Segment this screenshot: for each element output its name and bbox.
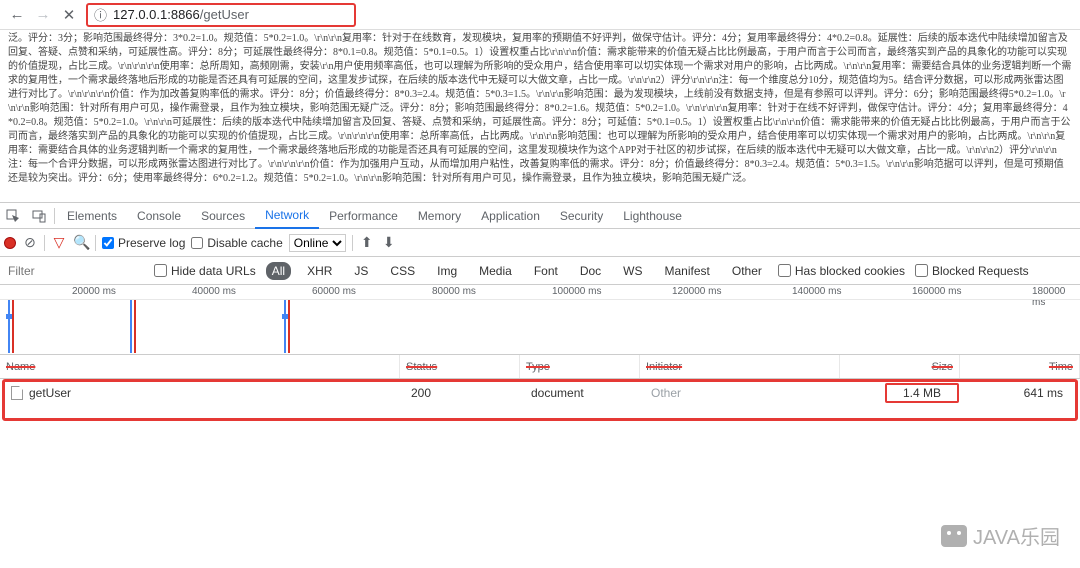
url-text: 127.0.0.1:8866/getUser — [113, 7, 249, 22]
col-time[interactable]: Time — [960, 355, 1080, 378]
forward-icon[interactable]: → — [34, 6, 52, 24]
col-type[interactable]: Type — [520, 355, 640, 378]
cell-status: 200 — [405, 382, 525, 404]
col-size[interactable]: Size — [840, 355, 960, 378]
throttle-select[interactable]: Online — [289, 234, 346, 252]
cell-size: 1.4 MB — [845, 382, 965, 404]
timeline-marker — [288, 300, 290, 353]
col-status[interactable]: Status — [400, 355, 520, 378]
tab-console[interactable]: Console — [127, 203, 191, 229]
clear-icon[interactable]: ⊘ — [22, 234, 38, 251]
network-empty-area — [0, 421, 1080, 561]
stop-icon[interactable]: ✕ — [60, 6, 78, 24]
document-icon — [11, 386, 23, 400]
preserve-log-checkbox[interactable]: Preserve log — [102, 236, 185, 250]
filter-type-media[interactable]: Media — [473, 262, 518, 280]
tab-elements[interactable]: Elements — [57, 203, 127, 229]
highlighted-row: getUser 200 document Other 1.4 MB 641 ms — [2, 379, 1078, 421]
filter-type-css[interactable]: CSS — [384, 262, 421, 280]
filter-type-manifest[interactable]: Manifest — [659, 262, 716, 280]
filter-type-other[interactable]: Other — [726, 262, 768, 280]
filter-type-font[interactable]: Font — [528, 262, 564, 280]
cell-name: getUser — [5, 382, 405, 404]
cell-initiator: Other — [645, 382, 845, 404]
cell-type: document — [525, 382, 645, 404]
inspect-icon[interactable] — [0, 203, 26, 229]
filter-type-ws[interactable]: WS — [617, 262, 648, 280]
filter-type-xhr[interactable]: XHR — [301, 262, 338, 280]
filter-type-js[interactable]: JS — [348, 262, 374, 280]
watermark: JAVA乐园 — [941, 521, 1060, 550]
network-timeline[interactable]: 20000 ms 40000 ms 60000 ms 80000 ms 1000… — [0, 285, 1080, 355]
tab-memory[interactable]: Memory — [408, 203, 471, 229]
tab-sources[interactable]: Sources — [191, 203, 255, 229]
separator — [95, 235, 96, 251]
tab-network[interactable]: Network — [255, 203, 319, 229]
info-icon[interactable]: ⓘ — [94, 5, 107, 24]
has-blocked-cookies-checkbox[interactable]: Has blocked cookies — [778, 264, 905, 278]
timeline-marker — [8, 300, 10, 353]
device-toggle-icon[interactable] — [26, 203, 52, 229]
page-body-text: 泛。评分：3分；影响范围最终得分：3*0.2=1.0。规范值：5*0.2=1.0… — [0, 30, 1080, 202]
filter-type-doc[interactable]: Doc — [574, 262, 607, 280]
network-filter-bar: Hide data URLs All XHR JS CSS Img Media … — [0, 257, 1080, 285]
timeline-marker — [284, 300, 286, 353]
col-initiator[interactable]: Initiator — [640, 355, 840, 378]
timeline-marker — [12, 300, 14, 353]
devtools-tabbar: Elements Console Sources Network Perform… — [0, 203, 1080, 229]
filter-type-img[interactable]: Img — [431, 262, 463, 280]
download-icon[interactable]: ⬇ — [381, 234, 397, 251]
network-table-header: Name Status Type Initiator Size Time — [0, 355, 1080, 379]
record-icon[interactable] — [4, 237, 16, 249]
back-icon[interactable]: ← — [8, 6, 26, 24]
search-icon[interactable]: 🔍 — [73, 234, 89, 251]
upload-icon[interactable]: ⬆ — [359, 234, 375, 251]
hide-data-urls-checkbox[interactable]: Hide data URLs — [154, 264, 256, 278]
table-row[interactable]: getUser 200 document Other 1.4 MB 641 ms — [5, 382, 1075, 404]
disable-cache-checkbox[interactable]: Disable cache — [191, 236, 282, 250]
tab-application[interactable]: Application — [471, 203, 550, 229]
timeline-body — [0, 299, 1080, 353]
timeline-marker — [134, 300, 136, 353]
separator — [352, 235, 353, 251]
filter-type-all[interactable]: All — [266, 262, 291, 280]
col-name[interactable]: Name — [0, 355, 400, 378]
blocked-requests-checkbox[interactable]: Blocked Requests — [915, 264, 1029, 278]
timeline-ticks: 20000 ms 40000 ms 60000 ms 80000 ms 1000… — [0, 285, 1080, 299]
address-bar: ← → ✕ ⓘ 127.0.0.1:8866/getUser — [0, 0, 1080, 30]
timeline-marker — [130, 300, 132, 353]
tab-performance[interactable]: Performance — [319, 203, 408, 229]
separator — [44, 235, 45, 251]
tab-lighthouse[interactable]: Lighthouse — [613, 203, 692, 229]
filter-input[interactable] — [4, 262, 144, 280]
cell-time: 641 ms — [965, 382, 1075, 404]
wechat-icon — [941, 525, 967, 547]
filter-icon[interactable]: ▽ — [51, 234, 67, 251]
tab-security[interactable]: Security — [550, 203, 613, 229]
url-box[interactable]: ⓘ 127.0.0.1:8866/getUser — [86, 3, 356, 27]
devtools-panel: Elements Console Sources Network Perform… — [0, 202, 1080, 561]
network-toolbar: ⊘ ▽ 🔍 Preserve log Disable cache Online … — [0, 229, 1080, 257]
separator — [54, 208, 55, 224]
